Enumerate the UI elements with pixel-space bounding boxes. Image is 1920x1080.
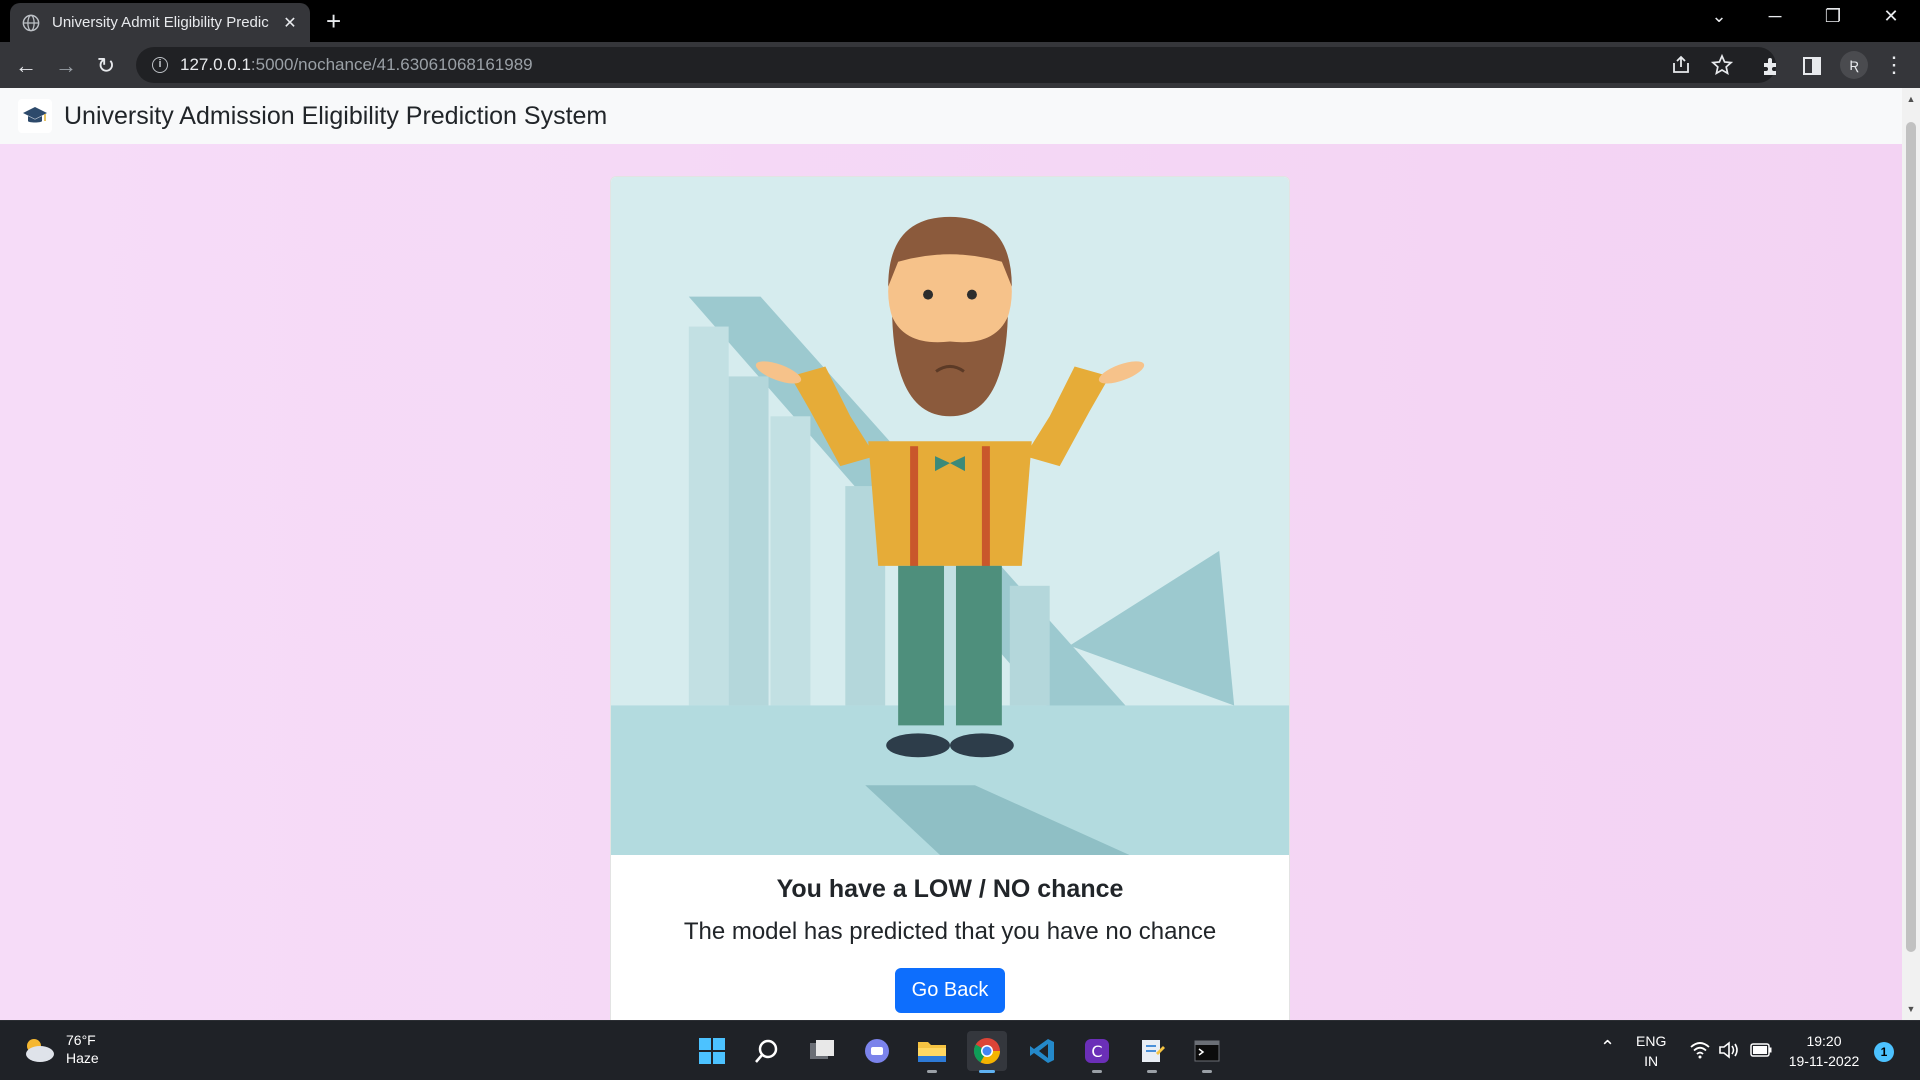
globe-icon [22, 14, 40, 31]
sad-man-illustration [611, 177, 1289, 855]
terminal-icon [1194, 1040, 1220, 1062]
chevron-up-icon[interactable]: ⌃ [1600, 1037, 1615, 1058]
volume-icon[interactable] [1718, 1041, 1740, 1059]
notepad-button[interactable] [1132, 1031, 1172, 1073]
result-card: You have a LOW / NO chance The model has… [610, 176, 1290, 1020]
notification-badge[interactable]: 1 [1874, 1042, 1894, 1062]
tab-strip: University Admit Eligibility Predic ✕ + … [0, 0, 1920, 42]
extensions-icon[interactable] [1759, 55, 1783, 77]
address-bar[interactable]: i 127.0.0.1 :5000/nochance/41.6306106816… [136, 47, 1776, 83]
restore-button[interactable]: ❐ [1818, 6, 1848, 27]
language-indicator[interactable]: ENG IN [1636, 1031, 1666, 1071]
running-indicator [1202, 1070, 1212, 1073]
result-description: The model has predicted that you have no… [683, 918, 1217, 945]
teams-chat-button[interactable] [857, 1031, 897, 1071]
scrollbar-thumb[interactable] [1906, 122, 1916, 952]
reload-button[interactable]: ↻ [92, 52, 120, 80]
task-view-button[interactable] [802, 1031, 842, 1071]
graduation-cap-icon[interactable] [18, 99, 52, 133]
running-indicator [1092, 1070, 1102, 1073]
purple-app-icon: C [1085, 1039, 1109, 1063]
tab-search-icon[interactable]: ⌄ [1704, 6, 1734, 27]
chrome-icon [973, 1038, 1001, 1065]
browser-tab[interactable]: University Admit Eligibility Predic ✕ [10, 3, 310, 42]
search-button[interactable] [747, 1031, 787, 1071]
tab-close-icon[interactable]: ✕ [282, 13, 298, 33]
terminal-button[interactable] [1187, 1031, 1227, 1073]
site-info-icon[interactable]: i [152, 57, 168, 73]
task-view-icon [810, 1040, 834, 1059]
menu-kebab-icon[interactable]: ⋮ [1882, 52, 1906, 78]
scroll-up-icon[interactable]: ▲ [1906, 94, 1916, 104]
weather-temp: 76°F [66, 1032, 96, 1048]
scroll-down-icon[interactable]: ▼ [1906, 1004, 1916, 1014]
clock[interactable]: 19:20 19-11-2022 [1786, 1031, 1862, 1071]
notepad-icon [1142, 1040, 1165, 1062]
profile-avatar[interactable]: Ʀ [1840, 51, 1868, 79]
tab-title: University Admit Eligibility Predic [52, 14, 269, 31]
svg-text:C: C [1091, 1042, 1102, 1061]
new-tab-button[interactable]: + [326, 8, 341, 34]
forward-button[interactable]: → [52, 52, 80, 80]
card-body: You have a LOW / NO chance The model has… [611, 855, 1289, 1013]
minimize-button[interactable]: ─ [1760, 6, 1790, 27]
file-explorer-button[interactable] [912, 1031, 952, 1073]
folder-icon [918, 1042, 946, 1062]
windows-logo-icon [699, 1038, 725, 1064]
weather-haze-icon [26, 1039, 54, 1062]
weather-desc: Haze [66, 1050, 99, 1066]
url-host: 127.0.0.1 [180, 55, 251, 74]
clock-time: 19:20 [1806, 1033, 1842, 1049]
running-indicator [1147, 1070, 1157, 1073]
back-button[interactable]: ← [12, 52, 40, 80]
browser-toolbar: ← → ↻ i 127.0.0.1 :5000/nochance/41.6306… [0, 42, 1920, 88]
running-indicator [927, 1070, 937, 1073]
wifi-icon[interactable] [1690, 1041, 1710, 1059]
bookmark-star-icon[interactable] [1711, 54, 1733, 76]
weather-widget[interactable]: 76°F Haze [20, 1031, 99, 1067]
clock-date: 19-11-2022 [1788, 1053, 1860, 1069]
vscode-button[interactable] [1022, 1031, 1062, 1071]
url-path: :5000/nochance/41.63061068161989 [250, 55, 533, 74]
result-title: You have a LOW / NO chance [776, 875, 1124, 903]
active-indicator [979, 1070, 995, 1073]
close-window-button[interactable]: ✕ [1876, 6, 1906, 27]
chat-icon [865, 1039, 889, 1063]
go-back-button[interactable]: Go Back [894, 968, 1006, 1013]
app-button-purple[interactable]: C [1077, 1031, 1117, 1073]
share-icon[interactable] [1670, 54, 1692, 76]
site-navbar: University Admission Eligibility Predict… [0, 88, 1902, 144]
brand-title[interactable]: University Admission Eligibility Predict… [64, 102, 607, 131]
start-button[interactable] [692, 1031, 732, 1071]
chrome-button[interactable] [967, 1031, 1007, 1073]
language-code: ENG [1636, 1033, 1667, 1049]
windows-taskbar: 76°F Haze C ⌃ ENG IN 19:20 19-11-2022 1 [0, 1020, 1920, 1080]
search-icon [755, 1039, 778, 1063]
page-scrollbar[interactable]: ▲ ▼ [1902, 88, 1920, 1020]
vscode-icon [1030, 1039, 1054, 1063]
side-panel-icon[interactable] [1800, 55, 1824, 77]
battery-icon[interactable] [1750, 1043, 1772, 1057]
page-viewport: University Admission Eligibility Predict… [0, 88, 1902, 1020]
region-code: IN [1644, 1053, 1659, 1069]
